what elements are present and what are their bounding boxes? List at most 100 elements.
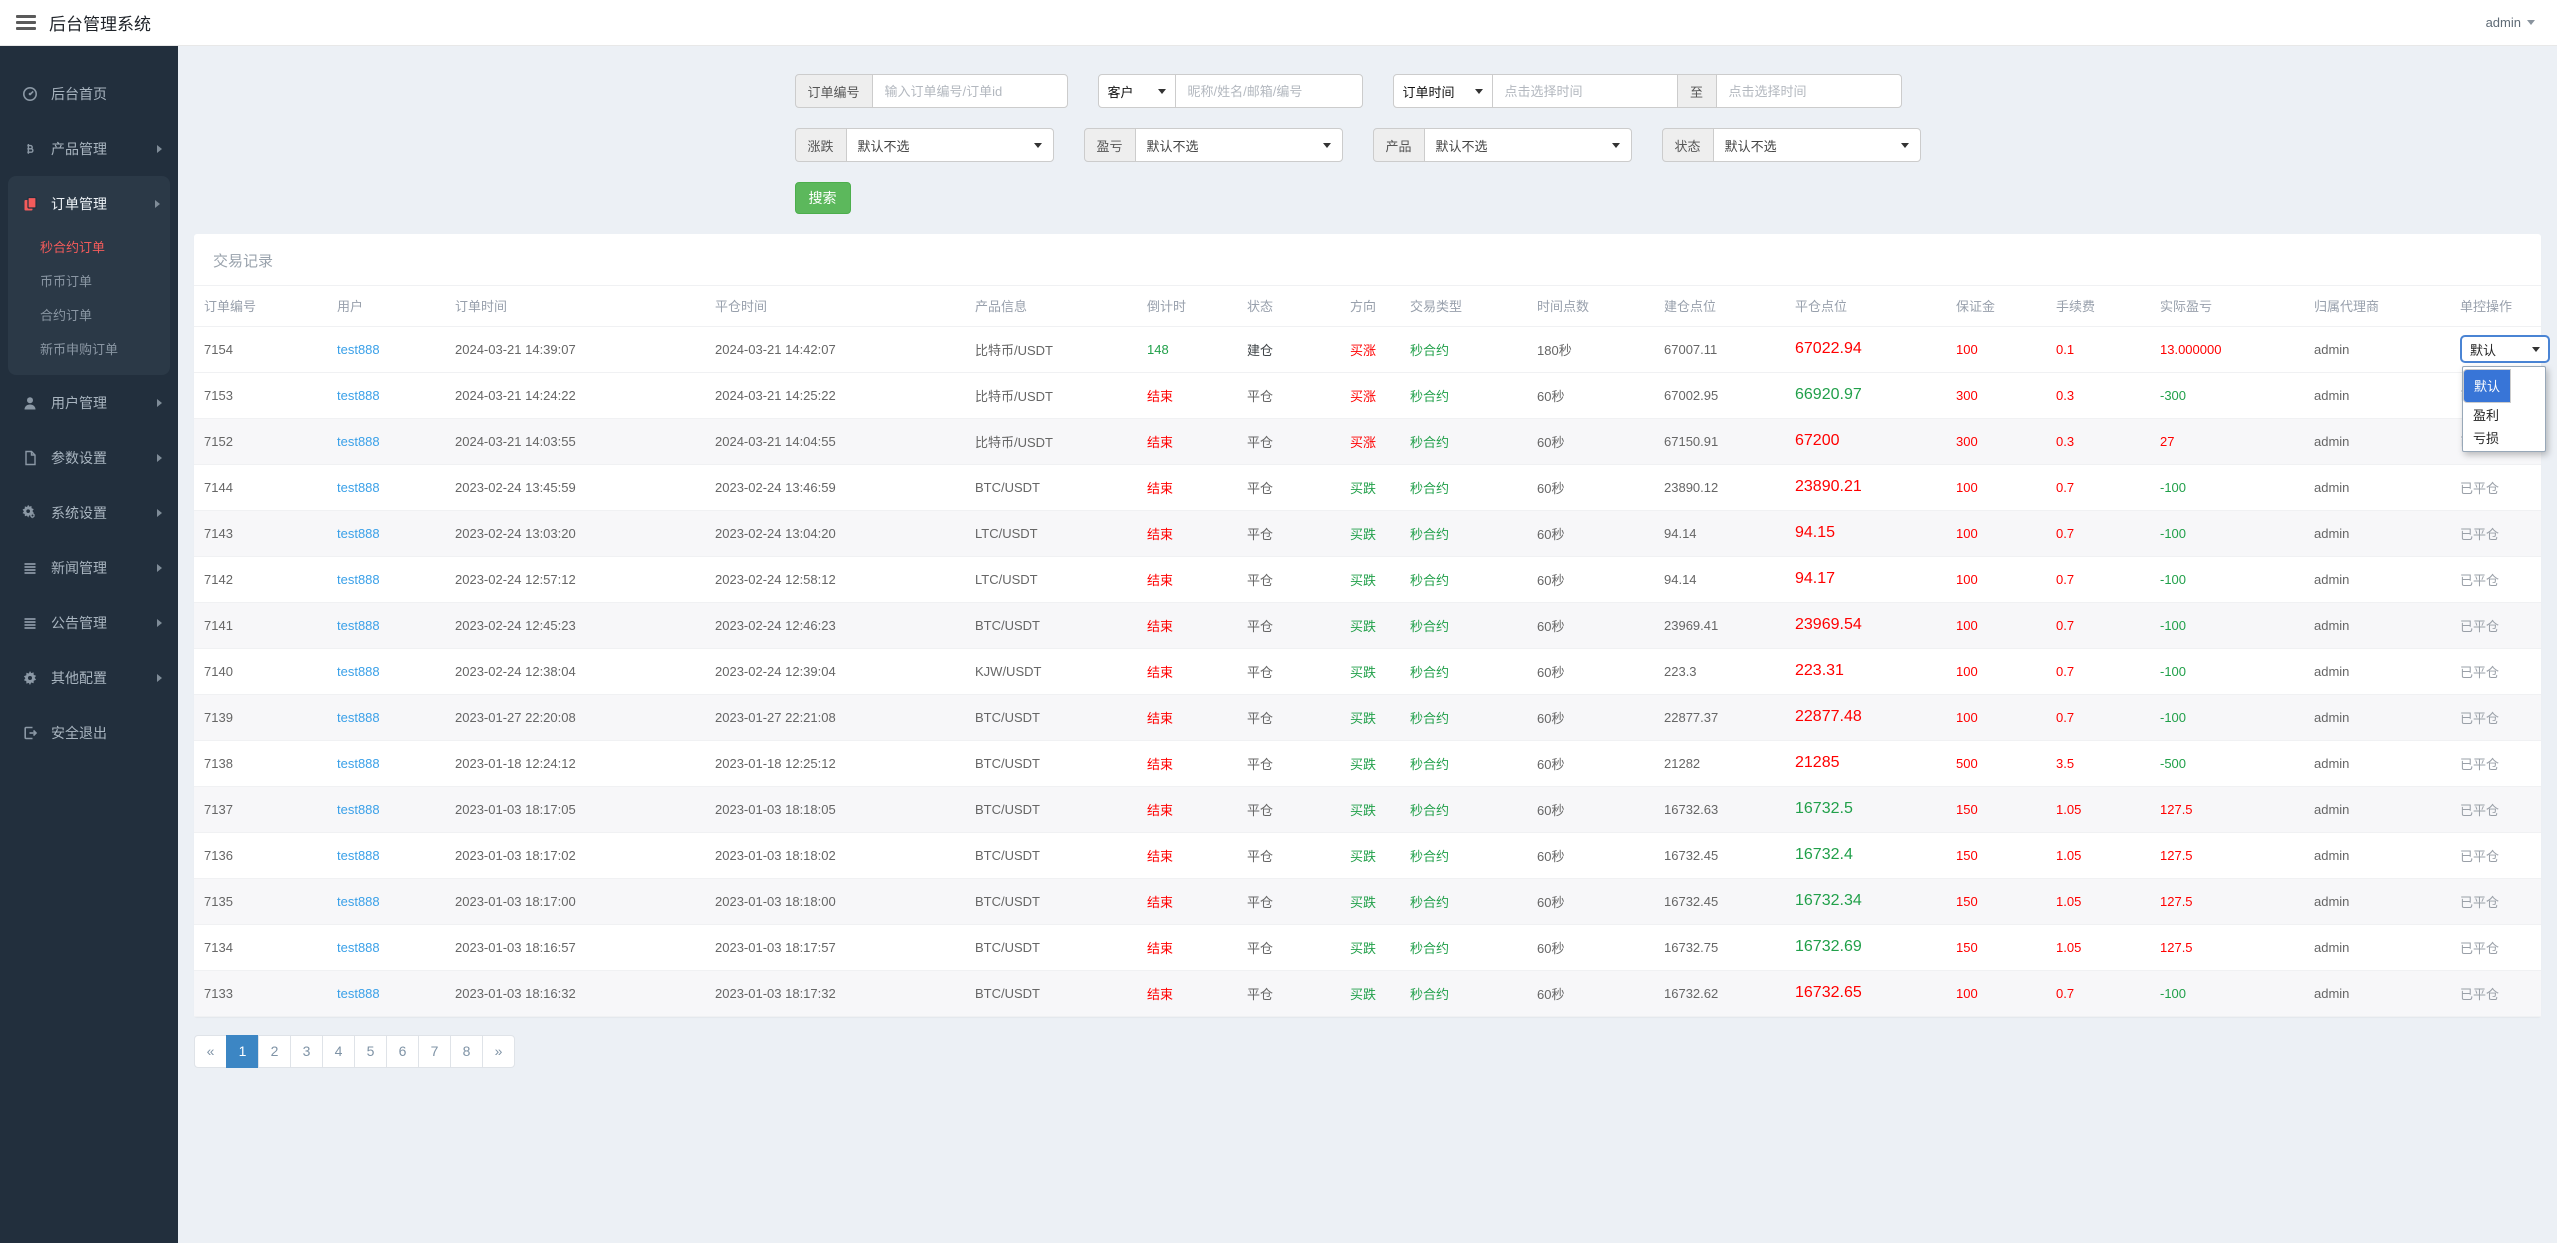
cell-order-no: 7152 — [194, 418, 327, 465]
sidebar-item-7[interactable]: 公告管理 — [0, 595, 178, 650]
cell-direction: 买跌 — [1340, 740, 1400, 787]
chevron-right-icon — [157, 144, 162, 153]
cell-control: 已平仓 — [2450, 832, 2541, 879]
chevron-right-icon — [155, 199, 160, 208]
col-product: 产品信息 — [965, 286, 1137, 327]
cell-direction: 买跌 — [1340, 878, 1400, 925]
cell-order-time: 2023-02-24 12:38:04 — [445, 648, 705, 695]
col-margin: 保证金 — [1946, 286, 2046, 327]
cell-order-time: 2023-02-24 13:03:20 — [445, 510, 705, 557]
sidebar-item-1[interactable]: 产品管理 — [0, 121, 178, 176]
table-row: 7152 test888 2024-03-21 14:03:55 2024-03-21… — [194, 418, 2541, 465]
cell-trade-type: 秒合约 — [1400, 418, 1527, 465]
page-prev[interactable]: « — [194, 1034, 227, 1068]
cell-close-price: 21285 — [1785, 740, 1946, 787]
cell-user: test888 — [327, 326, 445, 373]
sidebar-subitem[interactable]: 币币订单 — [8, 265, 170, 299]
sidebar-subitem[interactable]: 秒合约订单 — [8, 231, 170, 265]
table-row: 7140 test888 2023-02-24 12:38:04 2023-02-24… — [194, 648, 2541, 695]
page-3[interactable]: 3 — [290, 1034, 323, 1068]
order-no-input[interactable] — [871, 74, 1068, 108]
control-select[interactable]: 默认 — [2460, 335, 2550, 363]
product-select[interactable]: 默认不选 — [1423, 128, 1632, 162]
col-control: 单控操作 — [2450, 286, 2541, 327]
cell-direction: 买跌 — [1340, 510, 1400, 557]
sidebar-item-6[interactable]: 新闻管理 — [0, 540, 178, 595]
cell-countdown: 结束 — [1137, 464, 1237, 511]
cell-close-time: 2023-01-18 12:25:12 — [705, 740, 965, 787]
user-link[interactable]: test888 — [337, 894, 380, 909]
cell-close-time: 2023-02-24 13:04:20 — [705, 510, 965, 557]
cell-agent: admin — [2304, 556, 2450, 603]
cell-profit: -100 — [2150, 464, 2304, 511]
sidebar-subitem[interactable]: 新币申购订单 — [8, 333, 170, 367]
sidebar-item-2[interactable]: 订单管理 — [8, 176, 170, 231]
sidebar-item-8[interactable]: 其他配置 — [0, 650, 178, 705]
user-link[interactable]: test888 — [337, 434, 380, 449]
page-6[interactable]: 6 — [386, 1034, 419, 1068]
sidebar-item-0[interactable]: 后台首页 — [0, 66, 178, 121]
user-link[interactable]: test888 — [337, 664, 380, 679]
cell-order-time: 2023-02-24 12:45:23 — [445, 602, 705, 649]
zhangdie-select[interactable]: 默认不选 — [845, 128, 1054, 162]
page-8[interactable]: 8 — [450, 1034, 483, 1068]
sidebar-subitem[interactable]: 合约订单 — [8, 299, 170, 333]
cell-product: BTC/USDT — [965, 786, 1137, 833]
menu-toggle-icon[interactable] — [16, 12, 36, 33]
sidebar-item-3[interactable]: 用户管理 — [0, 375, 178, 430]
time-to-input[interactable] — [1715, 74, 1902, 108]
user-link[interactable]: test888 — [337, 986, 380, 1001]
page-4[interactable]: 4 — [322, 1034, 355, 1068]
caret-down-icon — [1322, 142, 1331, 148]
cell-product: BTC/USDT — [965, 924, 1137, 971]
sidebar-item-5[interactable]: 系统设置 — [0, 485, 178, 540]
sidebar-item-label: 安全退出 — [51, 724, 107, 741]
page-next[interactable]: » — [482, 1034, 515, 1068]
page-7[interactable]: 7 — [418, 1034, 451, 1068]
user-link[interactable]: test888 — [337, 848, 380, 863]
control-dropdown-option[interactable]: 盈利 — [2463, 403, 2545, 426]
user-link[interactable]: test888 — [337, 940, 380, 955]
cell-close-price: 23969.54 — [1785, 602, 1946, 649]
cell-profit: -100 — [2150, 510, 2304, 557]
user-link[interactable]: test888 — [337, 756, 380, 771]
user-link[interactable]: test888 — [337, 802, 380, 817]
sidebar-item-9[interactable]: 安全退出 — [0, 705, 178, 760]
control-dropdown-option[interactable]: 默认 — [2463, 368, 2512, 403]
cell-control: 已平仓 — [2450, 464, 2541, 511]
sidebar: 后台首页 产品管理 订单管理 秒合约订单 币币订单 合约订单 新币申购订单用户管理 参数设置系… — [0, 46, 178, 1243]
yingkui-select[interactable]: 默认不选 — [1134, 128, 1343, 162]
caret-down-icon — [1900, 142, 1909, 148]
gears-icon — [22, 504, 38, 521]
search-button[interactable]: 搜索 — [794, 182, 851, 214]
status-select[interactable]: 默认不选 — [1712, 128, 1921, 162]
page-1[interactable]: 1 — [226, 1034, 259, 1068]
page-2[interactable]: 2 — [258, 1034, 291, 1068]
sidebar-item-4[interactable]: 参数设置 — [0, 430, 178, 485]
user-link[interactable]: test888 — [337, 342, 380, 357]
table-row: 7134 test888 2023-01-03 18:16:57 2023-01-03… — [194, 924, 2541, 971]
user-link[interactable]: test888 — [337, 710, 380, 725]
user-link[interactable]: test888 — [337, 526, 380, 541]
cell-state: 平仓 — [1237, 832, 1340, 879]
user-link[interactable]: test888 — [337, 618, 380, 633]
time-type-select[interactable]: 订单时间 — [1392, 74, 1493, 108]
cell-direction: 买跌 — [1340, 832, 1400, 879]
user-menu[interactable]: admin — [2486, 15, 2535, 30]
control-dropdown-option[interactable]: 亏损 — [2463, 426, 2545, 449]
cell-close-price: 16732.5 — [1785, 786, 1946, 833]
cell-close-price: 16732.69 — [1785, 924, 1946, 971]
page-5[interactable]: 5 — [354, 1034, 387, 1068]
customer-type-select[interactable]: 客户 — [1097, 74, 1176, 108]
user-link[interactable]: test888 — [337, 388, 380, 403]
user-link[interactable]: test888 — [337, 480, 380, 495]
time-from-input[interactable] — [1491, 74, 1678, 108]
cell-trade-type: 秒合约 — [1400, 740, 1527, 787]
cell-order-no: 7138 — [194, 740, 327, 787]
cell-direction: 买涨 — [1340, 418, 1400, 465]
user-link[interactable]: test888 — [337, 572, 380, 587]
cell-profit: -100 — [2150, 694, 2304, 741]
time-range-filter: 订单时间 至 — [1392, 74, 1902, 108]
cell-product: BTC/USDT — [965, 602, 1137, 649]
customer-input[interactable] — [1174, 74, 1363, 108]
